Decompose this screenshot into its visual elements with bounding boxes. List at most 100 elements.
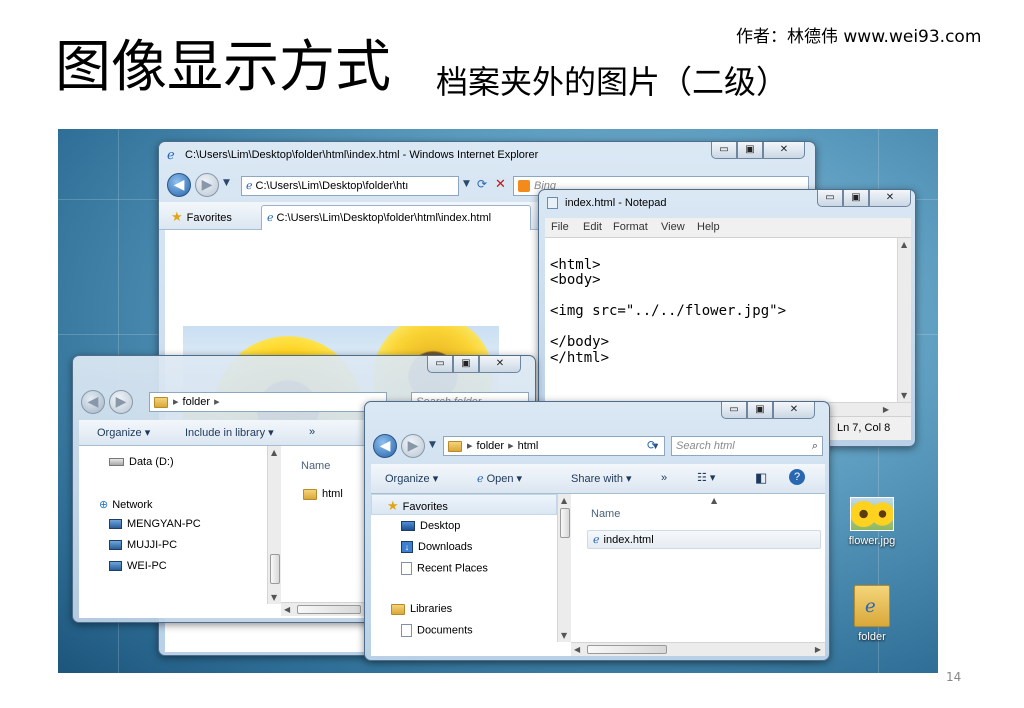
close-button[interactable]: ✕ [479, 356, 521, 373]
back-button[interactable]: ◀ [373, 434, 397, 458]
close-button[interactable]: ✕ [773, 402, 815, 419]
maximize-button[interactable]: ▣ [747, 402, 773, 419]
forward-button[interactable]: ▶ [195, 173, 219, 197]
minimize-button[interactable]: ▭ [721, 402, 747, 419]
desktop-icon-folder[interactable]: ℯ folder [836, 585, 908, 643]
scroll-right-icon[interactable]: ▶ [883, 405, 889, 414]
code-line: </body> [550, 334, 610, 350]
scroll-thumb[interactable] [297, 605, 361, 614]
close-button[interactable]: ✕ [869, 190, 911, 207]
back-button[interactable]: ◀ [167, 173, 191, 197]
nav-item-favorites[interactable]: ★ Favorites [387, 498, 448, 514]
notepad-menubar: File Edit Format View Help [545, 218, 911, 238]
refresh-icon[interactable]: ⟳ [477, 177, 487, 191]
address-dropdown-icon[interactable]: ▼ [463, 179, 470, 189]
organize-button[interactable]: Organize ▾ [97, 426, 150, 439]
scroll-down-icon[interactable]: ▼ [271, 593, 277, 602]
desktop-screenshot: ℯ C:\Users\Lim\Desktop\folder\html\index… [58, 129, 938, 673]
scroll-thumb[interactable] [587, 645, 667, 654]
file-item-index-html[interactable]: ℯ index.html [593, 533, 654, 546]
scroll-up-icon[interactable]: ▲ [561, 496, 567, 505]
breadcrumb-folder[interactable]: folder [477, 440, 505, 452]
scroll-up-icon[interactable]: ▲ [271, 448, 277, 457]
computer-icon [109, 519, 122, 530]
minimize-button[interactable]: ▭ [711, 142, 737, 159]
nav-item-mujji-pc[interactable]: MUJJI-PC [109, 539, 177, 551]
ie-tab[interactable]: ℯ C:\Users\Lim\Desktop\folder\html\index.… [261, 205, 531, 230]
back-button[interactable]: ◀ [81, 390, 105, 414]
scroll-right-icon[interactable]: ▶ [815, 645, 821, 654]
scroll-thumb[interactable] [560, 508, 570, 538]
forward-button[interactable]: ▶ [109, 390, 133, 414]
folder-horizontal-scrollbar[interactable]: ◀ [281, 602, 377, 616]
menu-edit[interactable]: Edit [583, 221, 602, 233]
breadcrumb-folder[interactable]: folder [183, 396, 211, 408]
menu-format[interactable]: Format [613, 221, 648, 233]
refresh-icon[interactable]: ⟳ [647, 438, 657, 452]
organize-button[interactable]: Organize ▾ [385, 472, 438, 485]
folder-address-bar[interactable]: ▸ folder ▸ [149, 392, 387, 412]
preview-pane-icon[interactable]: ◧ [755, 470, 767, 486]
nav-item-recent-places[interactable]: Recent Places [401, 562, 488, 575]
maximize-button[interactable]: ▣ [843, 190, 869, 207]
stop-icon[interactable]: ✕ [495, 177, 506, 192]
html-nav-scrollbar[interactable]: ▲ ▼ [557, 494, 571, 642]
close-button[interactable]: ✕ [763, 142, 805, 159]
maximize-button[interactable]: ▣ [737, 142, 763, 159]
view-options-icon[interactable]: ☷ ▾ [697, 471, 715, 484]
scroll-down-icon[interactable]: ▼ [561, 631, 567, 640]
nav-item-network[interactable]: ⊕ Network [99, 498, 153, 511]
nav-item-libraries[interactable]: Libraries [391, 603, 452, 615]
scroll-left-icon[interactable]: ◀ [574, 645, 580, 654]
search-icon[interactable]: ⌕ [812, 437, 818, 455]
slide-subtitle: 档案夹外的图片（二级） [436, 63, 789, 101]
desktop-icon-label: flower.jpg [848, 535, 896, 547]
favorites-label: Favorites [186, 212, 232, 224]
nav-item-desktop[interactable]: Desktop [401, 520, 460, 532]
desktop-icon-flower-jpg[interactable]: flower.jpg [836, 497, 908, 547]
menu-view[interactable]: View [661, 221, 685, 233]
breadcrumb-html[interactable]: html [518, 440, 539, 452]
scroll-thumb[interactable] [270, 554, 280, 584]
folder-icon [448, 440, 462, 452]
html-horizontal-scrollbar[interactable]: ◀ ▶ [571, 642, 825, 656]
minimize-button[interactable]: ▭ [817, 190, 843, 207]
html-address-bar[interactable]: ▸ folder ▸ html ▼ [443, 436, 665, 456]
scroll-left-icon[interactable]: ◀ [284, 605, 290, 614]
notepad-text-area[interactable]: <html> <body> <img src="../../flower.jpg">… [545, 238, 897, 402]
html-file-icon: ℯ [593, 534, 600, 546]
html-search-field[interactable]: Search html ⌕ [671, 436, 823, 456]
column-header-name[interactable]: Name [301, 460, 330, 472]
history-dropdown-icon[interactable]: ▼ [429, 440, 436, 450]
forward-button[interactable]: ▶ [401, 434, 425, 458]
share-with-button[interactable]: Share with ▾ [571, 472, 632, 485]
open-button[interactable]: ℯ Open ▾ [477, 472, 522, 485]
scroll-up-icon[interactable]: ▲ [901, 240, 907, 249]
nav-item-data-drive[interactable]: Data (D:) [109, 456, 174, 468]
page-number: 14 [946, 670, 962, 684]
scroll-down-icon[interactable]: ▼ [901, 391, 907, 400]
folder-nav-scrollbar[interactable]: ▲ ▼ [267, 446, 281, 604]
favorites-button[interactable]: ★ Favorites [171, 209, 232, 225]
include-in-library-button[interactable]: Include in library ▾ [185, 426, 274, 439]
help-icon[interactable]: ? [789, 469, 805, 485]
notepad-caption-buttons: ▭ ▣ ✕ [817, 190, 911, 207]
bing-icon [518, 180, 530, 193]
minimize-button[interactable]: ▭ [427, 356, 453, 373]
address-bar[interactable]: ℯ C:\Users\Lim\Desktop\folder\htı [241, 176, 459, 196]
nav-item-wei-pc[interactable]: WEI-PC [109, 560, 167, 572]
nav-item-mengyan-pc[interactable]: MENGYAN-PC [109, 518, 201, 530]
column-header-name[interactable]: Name [591, 508, 620, 520]
file-item-html[interactable]: html [303, 488, 343, 500]
menu-help[interactable]: Help [697, 221, 720, 233]
nav-item-documents[interactable]: Documents [401, 624, 473, 637]
nav-item-downloads[interactable]: ↓ Downloads [401, 541, 472, 554]
notepad-vertical-scrollbar[interactable]: ▲ ▼ [897, 238, 911, 402]
ie-caption-buttons: ▭ ▣ ✕ [711, 142, 805, 159]
more-commands-button[interactable]: » [309, 426, 315, 438]
maximize-button[interactable]: ▣ [453, 356, 479, 373]
menu-file[interactable]: File [551, 221, 569, 233]
more-commands-button[interactable]: » [661, 472, 667, 484]
explorer-html-window[interactable]: ▭ ▣ ✕ ◀ ▶ ▼ ▸ folder ▸ html ▼ ⟳ Search html… [364, 401, 830, 661]
history-dropdown-icon[interactable]: ▼ [223, 178, 230, 188]
